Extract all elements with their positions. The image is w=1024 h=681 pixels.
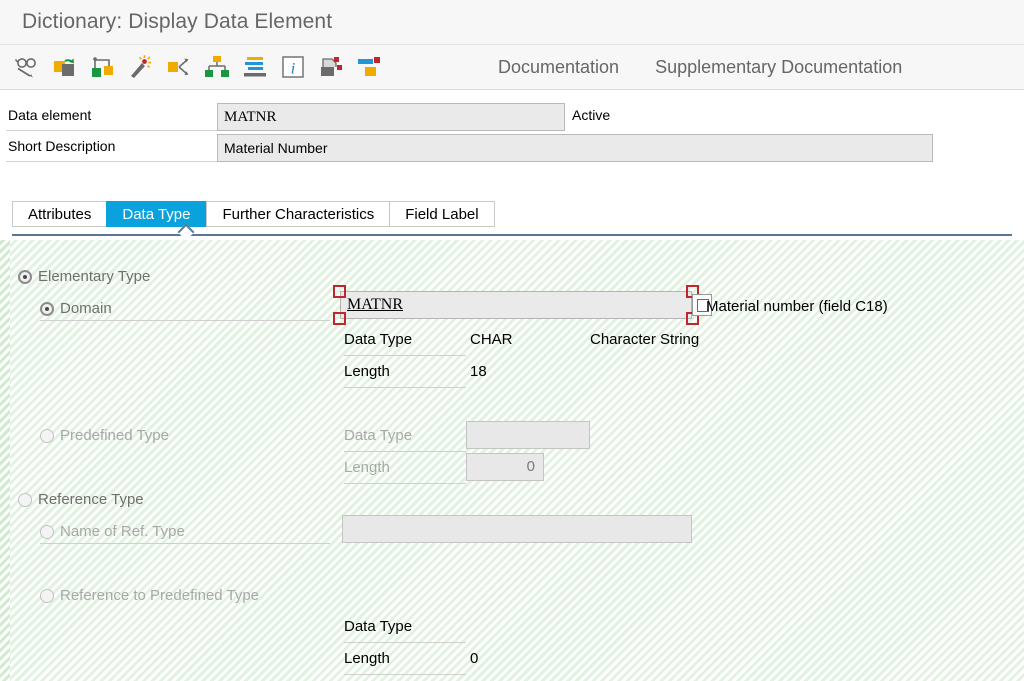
svg-text:i: i [291, 61, 295, 78]
elementary-type-radio-row[interactable]: Elementary Type [18, 268, 150, 285]
tab-field-label[interactable]: Field Label [389, 201, 495, 227]
ref-predefined-length-value: 0 [470, 650, 479, 667]
predefined-data-type-label: Data Type [344, 427, 413, 444]
activation-status-text: Active [572, 107, 611, 123]
elementary-type-radio[interactable] [18, 269, 32, 284]
ref-predefined-data-type-label-underline [344, 642, 466, 643]
domain-radio[interactable] [40, 301, 54, 316]
display-glasses-pencil-icon[interactable] [8, 48, 46, 86]
short-description-input[interactable]: Material Number [217, 134, 933, 162]
documentation-link[interactable]: Documentation [480, 57, 637, 78]
data-element-input[interactable]: MATNR [217, 103, 565, 131]
magic-wand-icon[interactable] [122, 48, 160, 86]
predefined-type-radio-row[interactable]: Predefined Type [40, 427, 169, 444]
short-description-label: Short Description [8, 138, 116, 154]
name-of-ref-type-label-underline [40, 543, 330, 544]
reference-type-label: Reference Type [38, 491, 144, 508]
data-element-label-underline [6, 130, 218, 131]
domain-label: Domain [60, 300, 112, 317]
domain-label-underline [40, 320, 330, 321]
sap-gui-window: Dictionary: Display Data Element i Docum… [0, 0, 1024, 681]
ref-predefined-data-type-label: Data Type [344, 618, 413, 635]
predefined-length-label-underline [344, 483, 466, 484]
elementary-type-label: Elementary Type [38, 268, 151, 285]
panel-left-margin [0, 240, 10, 681]
reference-type-radio[interactable] [18, 492, 32, 507]
short-description-label-underline [6, 161, 218, 162]
domain-radio-row[interactable]: Domain [40, 300, 112, 317]
title-bar: Dictionary: Display Data Element [0, 0, 1024, 45]
reference-to-predefined-type-radio-row[interactable]: Reference to Predefined Type [40, 587, 259, 604]
predefined-type-radio[interactable] [40, 428, 54, 443]
supplementary-documentation-link[interactable]: Supplementary Documentation [637, 57, 920, 78]
domain-input[interactable]: MATNR [340, 291, 692, 319]
page-title: Dictionary: Display Data Element [22, 10, 333, 33]
domain-data-type-label-underline [344, 355, 466, 356]
toolbar-icon-group: i [8, 45, 388, 89]
name-of-ref-type-radio-row[interactable]: Name of Ref. Type [40, 523, 185, 540]
toolbar-link-group: Documentation Supplementary Documentatio… [480, 45, 920, 89]
header-fields: Data element MATNR Active Short Descript… [0, 90, 1024, 165]
predefined-length-label: Length [344, 459, 390, 476]
name-of-ref-type-label: Name of Ref. Type [60, 523, 185, 540]
predefined-data-type-label-underline [344, 451, 466, 452]
hierarchy-icon[interactable] [198, 48, 236, 86]
domain-length-label-underline [344, 387, 466, 388]
name-of-ref-type-radio[interactable] [40, 524, 54, 539]
predefined-length-input[interactable]: 0 [466, 453, 544, 481]
tab-data-type[interactable]: Data Type [106, 201, 207, 227]
domain-data-type-label: Data Type [344, 331, 413, 348]
other-object-icon[interactable] [46, 48, 84, 86]
tab-attributes[interactable]: Attributes [12, 201, 107, 227]
ref-predefined-length-label-underline [344, 674, 466, 675]
technical-settings-icon[interactable] [350, 48, 388, 86]
reference-type-radio-row[interactable]: Reference Type [18, 491, 144, 508]
print-preview-icon[interactable] [312, 48, 350, 86]
predefined-type-label: Predefined Type [60, 427, 169, 444]
domain-length-label: Length [344, 363, 390, 380]
copy-object-icon[interactable] [84, 48, 122, 86]
domain-data-type-value: CHAR [470, 331, 513, 348]
ref-predefined-length-label: Length [344, 650, 390, 667]
info-icon[interactable]: i [274, 48, 312, 86]
domain-length-value: 18 [470, 363, 487, 380]
predefined-data-type-input[interactable] [466, 421, 590, 449]
tab-strip: Attributes Data Type Further Characteris… [0, 165, 1024, 240]
reference-to-predefined-type-radio[interactable] [40, 588, 54, 603]
data-element-label: Data element [8, 107, 92, 123]
tab-active-underline [12, 234, 1012, 236]
tab-list: Attributes Data Type Further Characteris… [12, 201, 495, 227]
domain-value-link[interactable]: MATNR [347, 296, 403, 313]
tab-further-characteristics[interactable]: Further Characteristics [206, 201, 390, 227]
application-toolbar: i Documentation Supplementary Documentat… [0, 45, 1024, 90]
data-type-panel: Elementary Type Domain MATNR Material nu… [0, 240, 1024, 681]
where-used-list-icon[interactable] [160, 48, 198, 86]
reference-to-predefined-type-label: Reference to Predefined Type [60, 587, 260, 604]
name-of-ref-type-input[interactable] [342, 515, 692, 543]
domain-data-type-text: Character String [590, 331, 700, 348]
active-inactive-icon[interactable] [236, 48, 274, 86]
domain-description-text: Material number (field C18) [706, 298, 888, 315]
